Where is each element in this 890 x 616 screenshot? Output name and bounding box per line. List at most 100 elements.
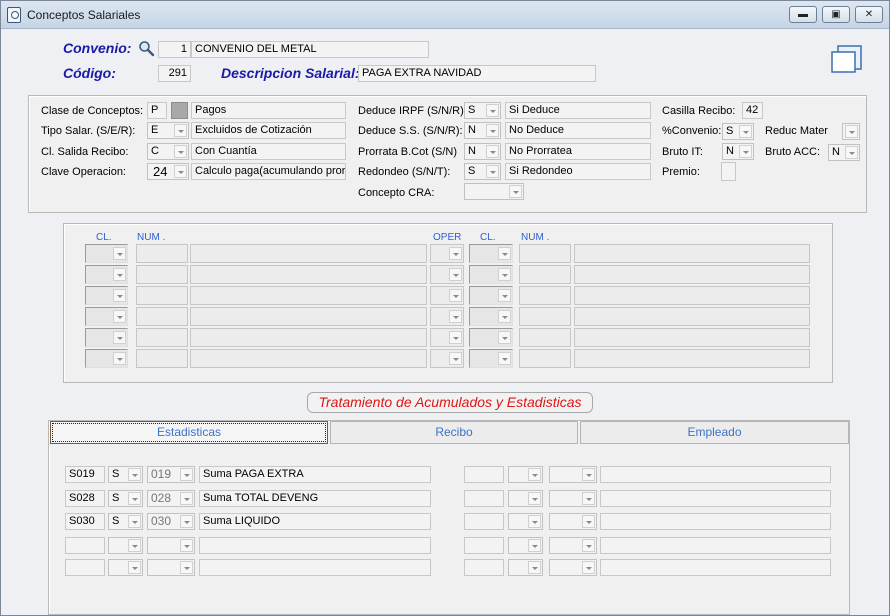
chevron-down-icon[interactable] xyxy=(128,561,141,574)
acum-num-select[interactable] xyxy=(147,537,195,554)
acum-flag2-select[interactable] xyxy=(508,490,543,507)
chevron-down-icon[interactable] xyxy=(449,247,462,260)
acum-flag-select[interactable] xyxy=(108,559,143,576)
acum-code2-field[interactable] xyxy=(464,559,504,576)
chevron-down-icon[interactable] xyxy=(845,125,858,138)
chevron-down-icon[interactable] xyxy=(113,352,126,365)
formula-desc-field[interactable] xyxy=(190,286,427,305)
chevron-down-icon[interactable] xyxy=(113,310,126,323)
acum-flag2-select[interactable] xyxy=(508,513,543,530)
clase-field[interactable]: P xyxy=(147,102,167,119)
formula-cl-select[interactable] xyxy=(85,349,128,368)
formula-oper-select[interactable] xyxy=(430,244,464,263)
chevron-down-icon[interactable] xyxy=(582,468,595,481)
formula-oper-select[interactable] xyxy=(430,265,464,284)
acum-code2-field[interactable] xyxy=(464,537,504,554)
formula-num2-field[interactable] xyxy=(519,328,571,347)
chevron-down-icon[interactable] xyxy=(180,515,193,528)
formula-desc2-field[interactable] xyxy=(574,265,810,284)
chevron-down-icon[interactable] xyxy=(498,352,511,365)
minimize-button[interactable]: ▬ xyxy=(789,6,817,23)
acum-num2-select[interactable] xyxy=(549,559,597,576)
formula-cl2-select[interactable] xyxy=(469,265,513,284)
formula-num-field[interactable] xyxy=(136,328,188,347)
bruto-it-select[interactable]: N xyxy=(722,143,754,160)
chevron-down-icon[interactable] xyxy=(128,468,141,481)
formula-cl2-select[interactable] xyxy=(469,244,513,263)
acum-code-field[interactable]: S019 xyxy=(65,466,105,483)
premio-field[interactable] xyxy=(721,162,736,181)
clave-select[interactable]: 24 xyxy=(147,163,189,180)
formula-cl-select[interactable] xyxy=(85,307,128,326)
search-icon[interactable] xyxy=(138,40,155,57)
acum-flag-select[interactable]: S xyxy=(108,513,143,530)
cra-select[interactable] xyxy=(464,183,524,200)
chevron-down-icon[interactable] xyxy=(528,468,541,481)
formula-num-field[interactable] xyxy=(136,286,188,305)
chevron-down-icon[interactable] xyxy=(180,561,193,574)
formula-cl2-select[interactable] xyxy=(469,349,513,368)
copy-icon[interactable] xyxy=(830,44,864,74)
chevron-down-icon[interactable] xyxy=(128,492,141,505)
chevron-down-icon[interactable] xyxy=(180,468,193,481)
acum-num2-select[interactable] xyxy=(549,537,597,554)
irpf-select[interactable]: S xyxy=(464,102,501,119)
chevron-down-icon[interactable] xyxy=(174,124,187,137)
formula-num2-field[interactable] xyxy=(519,349,571,368)
formula-oper-select[interactable] xyxy=(430,328,464,347)
acum-num-select[interactable]: 028 xyxy=(147,490,195,507)
chevron-down-icon[interactable] xyxy=(180,539,193,552)
chevron-down-icon[interactable] xyxy=(528,539,541,552)
chevron-down-icon[interactable] xyxy=(486,124,499,137)
formula-num2-field[interactable] xyxy=(519,244,571,263)
formula-cl2-select[interactable] xyxy=(469,286,513,305)
chevron-down-icon[interactable] xyxy=(528,492,541,505)
chevron-down-icon[interactable] xyxy=(739,125,752,138)
close-button[interactable]: ✕ xyxy=(855,6,883,23)
chevron-down-icon[interactable] xyxy=(174,145,187,158)
acum-code2-field[interactable] xyxy=(464,466,504,483)
chevron-down-icon[interactable] xyxy=(528,561,541,574)
formula-cl-select[interactable] xyxy=(85,328,128,347)
ss-select[interactable]: N xyxy=(464,122,501,139)
chevron-down-icon[interactable] xyxy=(582,539,595,552)
formula-num-field[interactable] xyxy=(136,307,188,326)
chevron-down-icon[interactable] xyxy=(486,165,499,178)
acum-num-select[interactable] xyxy=(147,559,195,576)
chevron-down-icon[interactable] xyxy=(113,331,126,344)
formula-oper-select[interactable] xyxy=(430,307,464,326)
acum-num2-select[interactable] xyxy=(549,490,597,507)
formula-cl2-select[interactable] xyxy=(469,328,513,347)
chevron-down-icon[interactable] xyxy=(180,492,193,505)
formula-num2-field[interactable] xyxy=(519,265,571,284)
acum-flag2-select[interactable] xyxy=(508,559,543,576)
reduc-mater-select[interactable] xyxy=(842,123,860,140)
codigo-field[interactable]: 291 xyxy=(158,65,191,82)
formula-desc2-field[interactable] xyxy=(574,286,810,305)
chevron-down-icon[interactable] xyxy=(449,352,462,365)
casilla-field[interactable]: 42 xyxy=(742,102,763,119)
acum-flag-select[interactable]: S xyxy=(108,490,143,507)
tab-recibo[interactable]: Recibo xyxy=(330,421,578,444)
maximize-button[interactable]: ▣ xyxy=(822,6,850,23)
chevron-down-icon[interactable] xyxy=(449,331,462,344)
chevron-down-icon[interactable] xyxy=(486,104,499,117)
chevron-down-icon[interactable] xyxy=(498,310,511,323)
acum-code-field[interactable]: S028 xyxy=(65,490,105,507)
redondeo-select[interactable]: S xyxy=(464,163,501,180)
formula-oper-select[interactable] xyxy=(430,349,464,368)
acum-code2-field[interactable] xyxy=(464,490,504,507)
chevron-down-icon[interactable] xyxy=(498,247,511,260)
formula-cl-select[interactable] xyxy=(85,265,128,284)
formula-num2-field[interactable] xyxy=(519,307,571,326)
bruto-acc-select[interactable]: N xyxy=(828,144,860,161)
acum-code-field[interactable]: S030 xyxy=(65,513,105,530)
acum-flag-select[interactable]: S xyxy=(108,466,143,483)
formula-desc-field[interactable] xyxy=(190,349,427,368)
formula-cl2-select[interactable] xyxy=(469,307,513,326)
formula-num-field[interactable] xyxy=(136,244,188,263)
formula-desc2-field[interactable] xyxy=(574,244,810,263)
descripcion-field[interactable]: PAGA EXTRA NAVIDAD xyxy=(358,65,596,82)
formula-desc2-field[interactable] xyxy=(574,349,810,368)
chevron-down-icon[interactable] xyxy=(509,185,522,198)
